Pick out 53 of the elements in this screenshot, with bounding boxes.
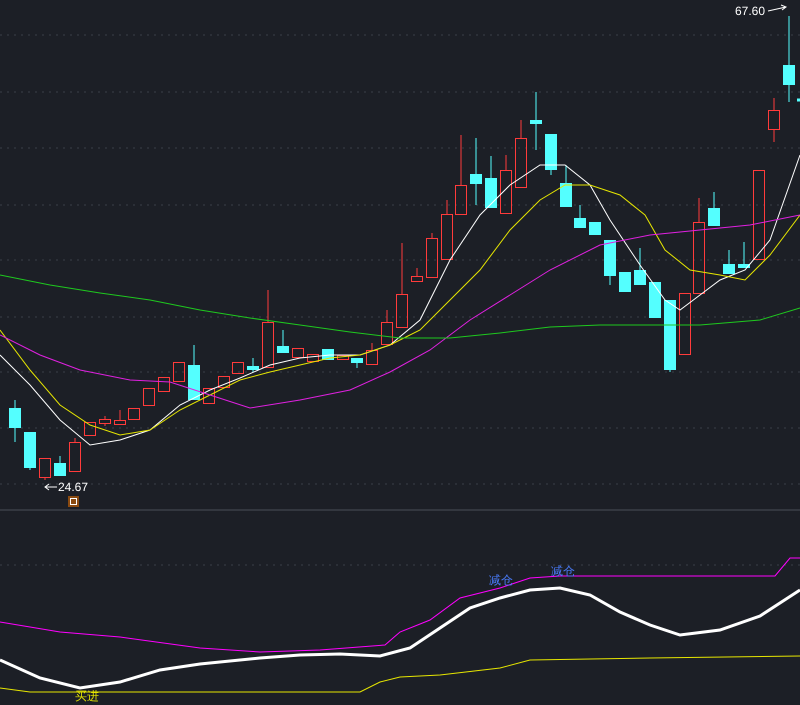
signal-marker-icon [68,496,79,507]
candlestick [158,376,170,392]
candlestick [738,242,750,268]
candlestick [560,164,572,208]
candlestick [218,376,230,388]
candlestick [247,358,259,372]
candlestick [128,408,140,420]
candlestick [500,154,512,214]
candlestick [84,422,96,436]
candlestick [619,272,631,292]
candlestick [292,348,304,358]
candlestick [411,268,423,282]
arrow-icon [768,4,788,12]
candlestick [203,388,215,404]
candlestick [515,120,527,188]
candlestick [337,354,349,360]
high-price-label: 67.60 [735,5,766,17]
candlestick [143,388,155,406]
candlestick [604,240,616,286]
sell-signal-label: 减仓 [551,565,575,577]
candlestick [768,98,780,142]
candlestick [708,192,720,226]
candlestick [530,92,542,150]
candlestick [54,456,66,476]
candlestick [9,400,21,442]
arrow-icon [44,484,58,490]
candlestick [649,282,661,318]
candlestick [441,200,453,260]
candlestick [232,362,244,374]
candlestick [188,344,200,400]
candlestick [723,250,735,274]
low-price-label: 24.67 [58,481,88,493]
candlestick [679,292,691,356]
candlestick [634,248,646,286]
price-tick [797,98,800,102]
candlestick [545,134,557,176]
candlestick [99,416,111,426]
candlestick [173,362,185,382]
candlestick [589,222,601,236]
candlestick [366,342,378,366]
candlestick [351,358,363,368]
candlestick [470,138,482,206]
candlestick [381,310,393,346]
candlestick [426,232,438,278]
candlestick [485,156,497,208]
sell-signal-label: 减仓 [489,574,513,586]
candlestick [574,204,586,228]
candlestick [114,410,126,426]
candlestick [307,354,319,362]
candlestick [39,458,51,480]
candlestick [277,330,289,354]
candlestick [69,438,81,472]
candlestick [24,432,36,470]
